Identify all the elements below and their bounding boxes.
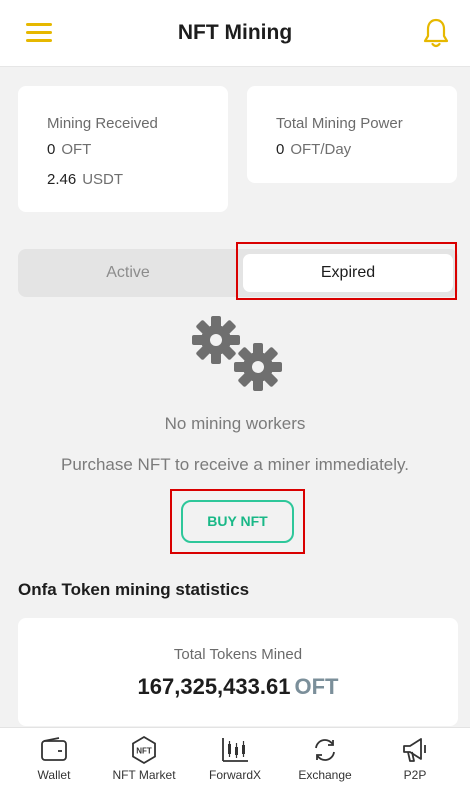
total-tokens-unit: OFT bbox=[294, 674, 339, 699]
nav-label-p2p: P2P bbox=[403, 768, 427, 782]
expired-tab-highlight-box bbox=[236, 242, 457, 300]
nft-icon: NFT bbox=[132, 735, 156, 765]
received-oft-unit: OFT bbox=[61, 141, 92, 158]
received-oft-value: 0 bbox=[47, 141, 56, 158]
tab-active[interactable]: Active bbox=[23, 254, 233, 292]
received-oft-row: 0 OFT bbox=[47, 141, 91, 158]
mining-power-label: Total Mining Power bbox=[276, 115, 403, 132]
mining-power-value: 0 bbox=[276, 141, 285, 158]
mining-received-card: Mining Received 0 OFT 2.46 USDT bbox=[18, 86, 228, 212]
nav-label-forwardx: ForwardX bbox=[208, 768, 261, 782]
wallet-icon bbox=[41, 737, 67, 761]
chart-bars-icon bbox=[222, 738, 248, 762]
total-tokens-value: 167,325,433.61 bbox=[137, 674, 291, 699]
exchange-icon bbox=[315, 739, 335, 761]
empty-state-subtitle: Purchase NFT to receive a miner immediat… bbox=[61, 455, 409, 474]
received-usdt-value: 2.46 bbox=[47, 171, 77, 188]
bell-icon[interactable] bbox=[422, 17, 450, 49]
nav-item-p2p[interactable]: P2P bbox=[368, 728, 462, 794]
total-tokens-value-row: 167,325,433.61 OFT bbox=[18, 674, 458, 700]
mining-received-label: Mining Received bbox=[47, 115, 158, 132]
nav-item-exchange[interactable]: Exchange bbox=[278, 728, 372, 794]
nav-item-nft-market[interactable]: NFT NFT Market bbox=[97, 728, 191, 794]
megaphone-icon bbox=[403, 738, 426, 762]
total-tokens-label: Total Tokens Mined bbox=[173, 646, 303, 663]
token-stats-section-title: Onfa Token mining statistics bbox=[18, 580, 250, 599]
nav-item-wallet[interactable]: Wallet bbox=[7, 728, 101, 794]
mining-power-card: Total Mining Power 0 OFT/Day bbox=[247, 86, 457, 183]
nav-label-wallet: Wallet bbox=[37, 768, 71, 782]
svg-text:NFT: NFT bbox=[136, 747, 152, 756]
received-usdt-unit: USDT bbox=[82, 171, 124, 188]
total-tokens-card: Total Tokens Mined 167,325,433.61 OFT bbox=[18, 618, 458, 726]
page-title: NFT Mining bbox=[177, 21, 293, 44]
mining-power-unit: OFT/Day bbox=[290, 141, 352, 158]
bottom-navigation: Wallet NFT NFT Market ForwardX Exchange bbox=[0, 727, 470, 794]
top-app-bar: NFT Mining bbox=[0, 0, 470, 67]
nav-label-nft-market: NFT Market bbox=[112, 768, 176, 782]
received-usdt-row: 2.46 USDT bbox=[47, 171, 123, 188]
gears-icon bbox=[192, 316, 282, 391]
mining-power-row: 0 OFT/Day bbox=[276, 141, 351, 158]
nav-item-forwardx[interactable]: ForwardX bbox=[188, 728, 282, 794]
buy-button-highlight-box bbox=[170, 489, 305, 554]
empty-state-title: No mining workers bbox=[164, 414, 306, 433]
nav-label-exchange: Exchange bbox=[298, 768, 352, 782]
